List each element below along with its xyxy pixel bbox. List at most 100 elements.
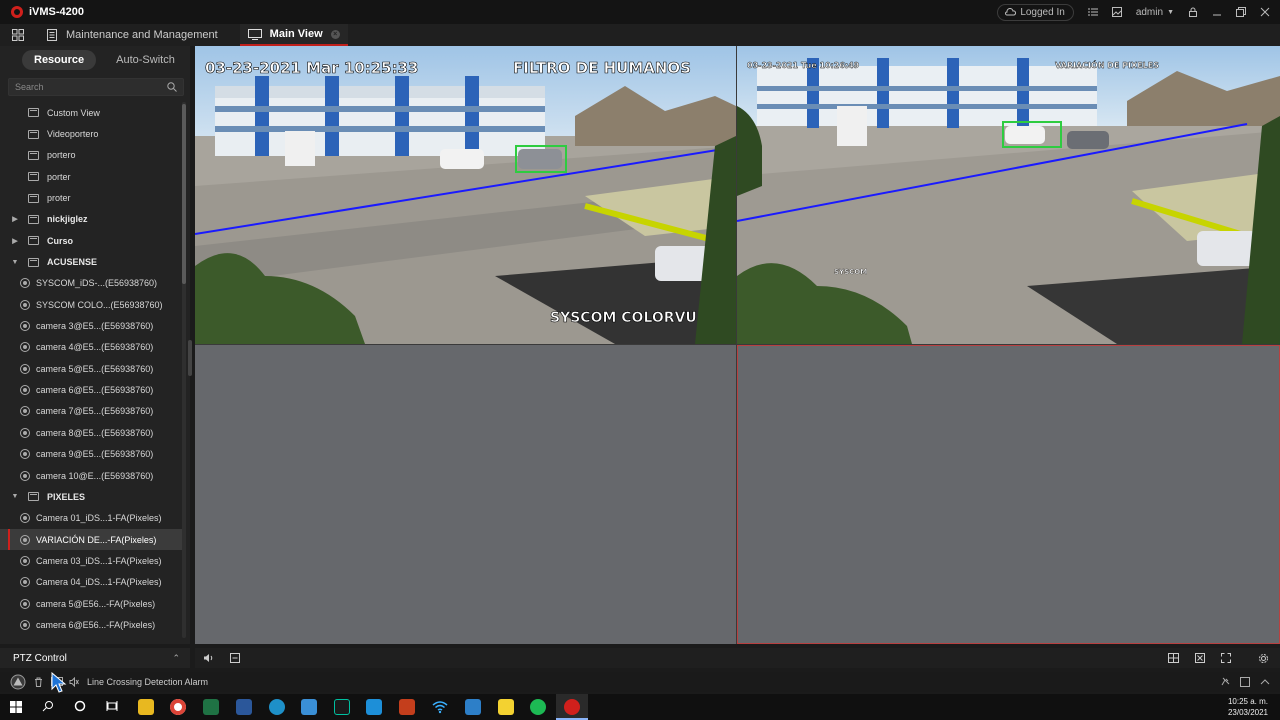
stop-all-icon[interactable] — [1195, 653, 1205, 663]
ivms-taskbar-button[interactable] — [556, 694, 588, 720]
minimize-icon[interactable] — [1212, 7, 1222, 17]
edge-icon[interactable] — [269, 699, 285, 715]
camera-feed-1: 03-23-2021 Mar 10:25:33 FILTRO DE HUMANO… — [195, 46, 736, 344]
tree-camera-item[interactable]: camera 8@E5...(E56938760) — [0, 422, 182, 443]
user-menu[interactable]: admin ▼ — [1136, 7, 1174, 18]
tree-scrollbar-thumb[interactable] — [182, 104, 186, 284]
expand-up-icon[interactable] — [1260, 677, 1270, 687]
alarm-warning-icon[interactable] — [10, 674, 26, 690]
camera-icon — [20, 342, 30, 353]
tree-camera-item[interactable]: camera 6@E5...(E56938760) — [0, 379, 182, 400]
chevron-right-icon[interactable]: ▶ — [10, 215, 20, 223]
media-player-icon[interactable] — [334, 699, 350, 715]
window-layout-icon[interactable] — [1168, 653, 1179, 663]
close-icon[interactable] — [1260, 7, 1270, 17]
list-icon[interactable] — [1087, 7, 1098, 17]
word-icon[interactable] — [236, 699, 252, 715]
tree-camera-item[interactable]: camera 7@E5...(E56938760) — [0, 401, 182, 422]
folder-icon — [28, 129, 39, 139]
tree-folder-item[interactable]: proter — [0, 187, 182, 208]
camera-icon — [20, 363, 30, 374]
chrome-icon[interactable] — [170, 699, 186, 715]
tab-maintenance-management[interactable]: Maintenance and Management — [38, 24, 226, 46]
tree-group-item[interactable]: ▶ Curso — [0, 230, 182, 251]
alarm-text[interactable]: Line Crossing Detection Alarm — [87, 677, 208, 687]
maximize-panel-icon[interactable] — [1240, 677, 1250, 687]
tree-item-label: Camera 04_iDS...1-FA(Pixeles) — [36, 577, 162, 588]
security-app-icon[interactable] — [366, 699, 382, 715]
folder-icon — [28, 150, 39, 160]
tree-folder-item[interactable]: porter — [0, 166, 182, 187]
image-icon[interactable] — [1111, 7, 1122, 17]
system-clock[interactable]: 10:25 a. m. 23/03/2021 — [1228, 696, 1268, 718]
tree-camera-item[interactable]: camera 3@E5...(E56938760) — [0, 315, 182, 336]
tree-camera-item[interactable]: camera 5@E5...(E56938760) — [0, 358, 182, 379]
tab-resource[interactable]: Resource — [22, 50, 97, 70]
tree-group-item[interactable]: ▶ nickjiglez — [0, 209, 182, 230]
restore-icon[interactable] — [1236, 7, 1246, 17]
tree-camera-item[interactable]: camera 6@E56...-FA(Pixeles) — [0, 614, 182, 635]
tree-camera-item[interactable]: Camera 03_iDS...1-FA(Pixeles) — [0, 550, 182, 571]
camera-icon — [20, 385, 30, 396]
settings-gear-icon[interactable] — [1258, 653, 1269, 664]
chevron-right-icon[interactable]: ▶ — [10, 237, 20, 245]
task-view-icon[interactable] — [106, 700, 118, 712]
trash-icon[interactable] — [34, 677, 43, 687]
tree-camera-item[interactable]: Camera 04_iDS...1-FA(Pixeles) — [0, 572, 182, 593]
tree-camera-item[interactable]: VARIACIÓN DE...-FA(Pixeles) — [0, 528, 182, 551]
video-window-2[interactable]: 03-23-2021 Tue 10:26:49 VARIACIÓN DE PIX… — [737, 46, 1280, 344]
video-window-4-selected[interactable] — [737, 345, 1280, 644]
tree-item-label: PIXELES — [47, 491, 86, 502]
video-window-1[interactable]: 03-23-2021 Mar 10:25:33 FILTRO DE HUMANO… — [195, 46, 736, 344]
ptz-control-bar[interactable]: PTZ Control ⌃ — [0, 648, 190, 668]
chevron-down-icon[interactable]: ▼ — [10, 259, 20, 266]
tree-camera-item[interactable]: camera 10@E...(E56938760) — [0, 465, 182, 486]
login-status-badge[interactable]: Logged In — [997, 3, 1074, 21]
tree-camera-item[interactable]: SYSCOM_iDS-...(E56938760) — [0, 273, 182, 294]
chevron-up-icon[interactable]: ⌃ — [172, 653, 180, 664]
tree-group-item[interactable]: ▼ ACUSENSE — [0, 251, 182, 272]
tree-item-label: SYSCOM COLO...(E56938760) — [36, 299, 163, 310]
search-input[interactable] — [15, 82, 167, 92]
search-icon[interactable] — [167, 82, 177, 92]
camera-icon — [20, 534, 30, 545]
sticky-notes-icon[interactable] — [498, 699, 514, 715]
tree-camera-item[interactable]: camera 4@E5...(E56938760) — [0, 337, 182, 358]
tree-camera-item[interactable]: Camera 01_iDS...1-FA(Pixeles) — [0, 508, 182, 529]
cloud-icon — [1005, 8, 1017, 16]
tree-group-item[interactable]: ▼ PIXELES — [0, 486, 182, 507]
spotify-icon[interactable] — [530, 699, 546, 715]
tree-folder-item[interactable]: Custom View — [0, 102, 182, 123]
tab-auto-switch[interactable]: Auto-Switch — [104, 50, 187, 70]
windows-start-icon[interactable] — [10, 701, 22, 713]
wifi-icon[interactable] — [432, 700, 448, 714]
tab-main-view[interactable]: Main View × — [239, 24, 348, 46]
video-window-3[interactable] — [195, 345, 736, 644]
pin-icon[interactable] — [1220, 677, 1230, 687]
save-view-icon[interactable] — [230, 653, 240, 663]
powerpoint-icon[interactable] — [399, 699, 415, 715]
fullscreen-icon[interactable] — [1221, 653, 1231, 663]
tree-camera-item[interactable]: camera 5@E56...-FA(Pixeles) — [0, 593, 182, 614]
volume-icon[interactable] — [203, 653, 214, 663]
cam1-overlay-title: FILTRO DE HUMANOS — [513, 59, 691, 77]
taskbar-search-icon[interactable] — [42, 700, 54, 712]
excel-icon[interactable] — [203, 699, 219, 715]
clock-date: 23/03/2021 — [1227, 708, 1268, 717]
file-explorer-icon[interactable] — [138, 699, 154, 715]
tab-close-icon[interactable]: × — [330, 29, 340, 39]
tree-camera-item[interactable]: camera 9@E5...(E56938760) — [0, 444, 182, 465]
mail-icon[interactable] — [301, 699, 317, 715]
resource-tree: Custom View Videoportero portero porter prot… — [0, 102, 182, 644]
sound-icon[interactable] — [69, 677, 79, 687]
sidebar-splitter[interactable] — [188, 340, 192, 376]
grid-menu-icon[interactable] — [12, 29, 24, 41]
azure-icon[interactable] — [465, 699, 481, 715]
tree-item-label: nickjiglez — [47, 214, 88, 225]
cortana-icon[interactable] — [74, 700, 86, 712]
tree-folder-item[interactable]: Videoportero — [0, 123, 182, 144]
lock-icon[interactable] — [1188, 7, 1198, 17]
tree-folder-item[interactable]: portero — [0, 145, 182, 166]
tree-camera-item[interactable]: SYSCOM COLO...(E56938760) — [0, 294, 182, 315]
chevron-down-icon[interactable]: ▼ — [10, 493, 20, 500]
